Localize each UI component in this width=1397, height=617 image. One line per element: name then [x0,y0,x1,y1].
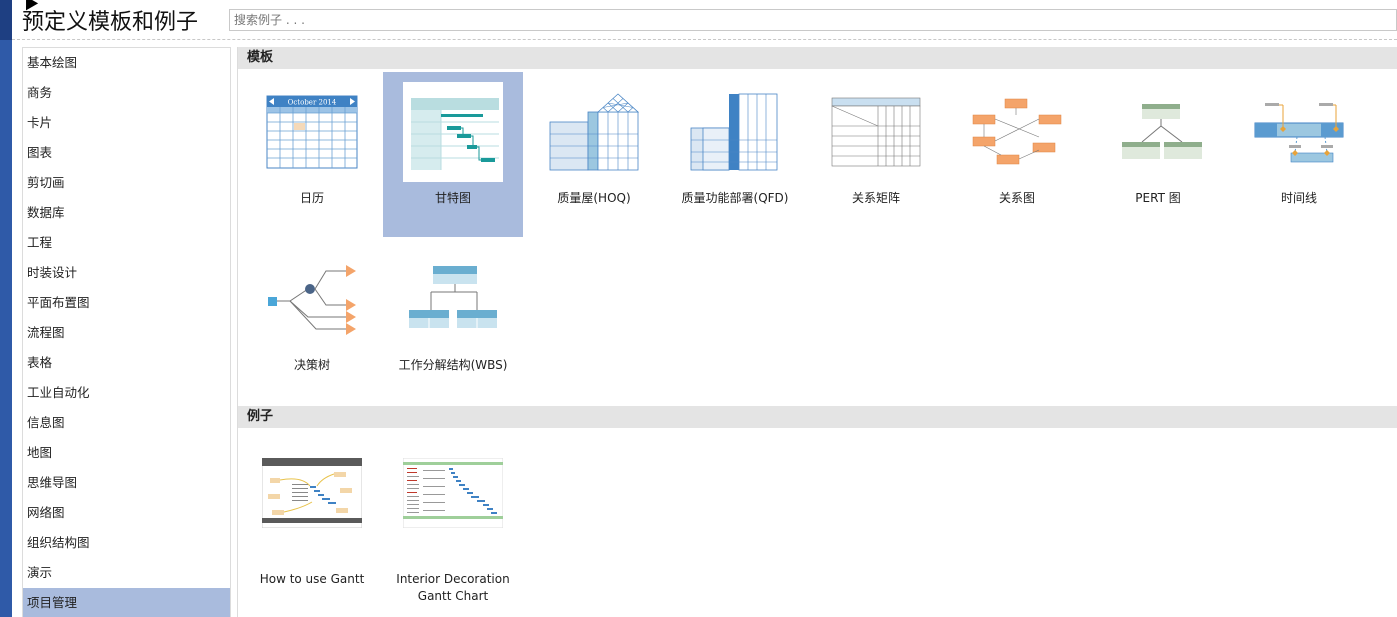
sidebar-item-presentation[interactable]: 演示 [23,558,230,588]
sidebar-item-table[interactable]: 表格 [23,348,230,378]
tile-label: 关系矩阵 [851,191,900,205]
tile-label: 关系图 [998,191,1035,205]
template-gantt[interactable]: 甘特图 [383,72,523,237]
sidebar-item-floor-plan[interactable]: 平面布置图 [23,288,230,318]
template-timeline[interactable]: 时间线 [1229,72,1369,237]
category-sidebar: 基本绘图 商务 卡片 图表 剪切画 数据库 工程 时装设计 平面布置图 流程图 … [22,47,231,617]
relation-diagram-thumbnail-icon [967,82,1067,182]
page-title: 预定义模板和例子 [22,10,199,35]
sidebar-item-database[interactable]: 数据库 [23,198,230,228]
window-edge-strip [0,0,12,617]
template-qfd[interactable]: 质量功能部署(QFD) [665,72,805,237]
example-interior-decoration-gantt[interactable]: Interior Decoration Gantt Chart [383,431,523,603]
wbs-thumbnail-icon [403,249,503,349]
pert-chart-thumbnail-icon [1108,82,1208,182]
tile-label: How to use Gantt [259,572,365,586]
sidebar-item-map[interactable]: 地图 [23,438,230,468]
sidebar-item-industrial-automation[interactable]: 工业自动化 [23,378,230,408]
template-hoq[interactable]: 质量屋(HOQ) [524,72,664,237]
relation-matrix-thumbnail-icon [826,82,926,182]
header-divider [12,39,1397,40]
house-of-quality-thumbnail-icon [544,82,644,182]
tile-label: 时间线 [1280,191,1317,205]
sidebar-item-clipart[interactable]: 剪切画 [23,168,230,198]
tile-label: 日历 [299,191,324,205]
template-relation-diagram[interactable]: 关系图 [947,72,1087,237]
template-pert[interactable]: PERT 图 [1088,72,1228,237]
interior-decoration-gantt-thumbnail-icon [403,453,503,533]
search-input[interactable] [229,9,1397,31]
sidebar-item-infographic[interactable]: 信息图 [23,408,230,438]
calendar-caption: October 2014 [288,99,337,107]
header: 预定义模板和例子 [12,0,1397,40]
tile-label: 决策树 [293,358,330,372]
sidebar-item-engineering[interactable]: 工程 [23,228,230,258]
sidebar-item-network[interactable]: 网络图 [23,498,230,528]
example-how-to-use-gantt[interactable]: How to use Gantt [242,431,382,596]
template-calendar[interactable]: October 2014 日历 [242,72,382,237]
templates-section-header: 模板 [238,47,1397,69]
tile-label: PERT 图 [1135,191,1181,205]
sidebar-item-project-management[interactable]: 项目管理 [23,588,230,617]
sidebar-item-mind-map[interactable]: 思维导图 [23,468,230,498]
examples-section-header: 例子 [238,406,1397,428]
sidebar-item-flowchart[interactable]: 流程图 [23,318,230,348]
tile-label: 甘特图 [434,191,471,205]
sidebar-item-org-chart[interactable]: 组织结构图 [23,528,230,558]
how-to-use-gantt-thumbnail-icon [262,453,362,533]
template-wbs[interactable]: 工作分解结构(WBS) [383,239,523,404]
template-relation-matrix[interactable]: 关系矩阵 [806,72,946,237]
sidebar-item-basic-drawing[interactable]: 基本绘图 [23,48,230,78]
qfd-thumbnail-icon [685,82,785,182]
tile-label: Interior Decoration Gantt Chart [396,572,510,603]
tile-label: 质量屋(HOQ) [557,191,631,205]
sidebar-item-fashion-design[interactable]: 时装设计 [23,258,230,288]
calendar-thumbnail-icon: October 2014 [262,82,362,182]
decision-tree-thumbnail-icon [262,249,362,349]
sidebar-item-charts[interactable]: 图表 [23,138,230,168]
timeline-thumbnail-icon [1249,82,1349,182]
template-decision-tree[interactable]: 决策树 [242,239,382,404]
tile-label: 工作分解结构(WBS) [398,358,508,372]
sidebar-item-cards[interactable]: 卡片 [23,108,230,138]
gantt-thumbnail-icon [403,82,503,182]
tile-label: 质量功能部署(QFD) [681,191,789,205]
sidebar-item-business[interactable]: 商务 [23,78,230,108]
template-gallery: 模板 October 2014 日历 甘特图 质量屋(HOQ) 质量功能部署(Q… [237,47,1397,617]
